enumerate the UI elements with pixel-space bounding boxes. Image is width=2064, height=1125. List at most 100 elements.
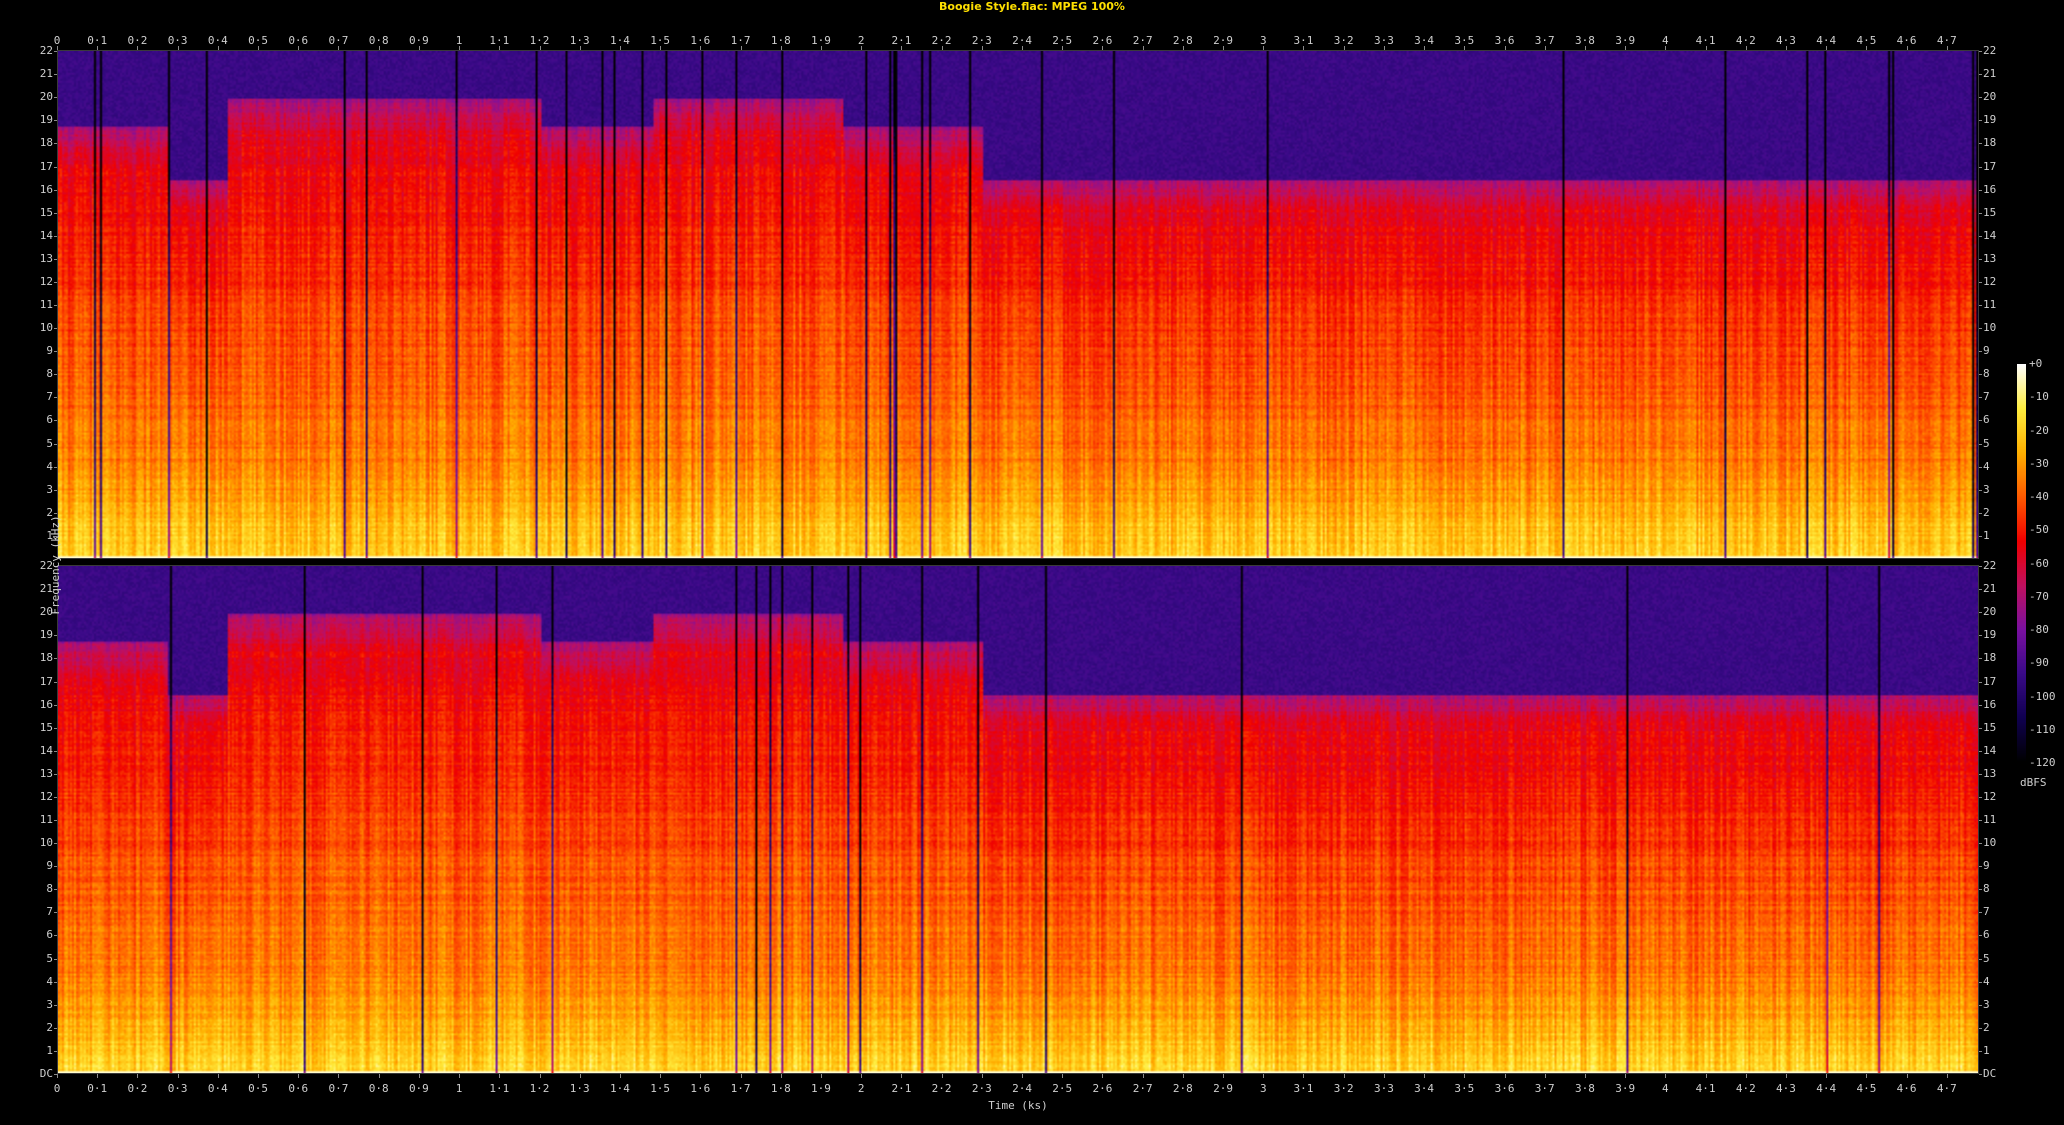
x-tick-mark xyxy=(660,1074,662,1078)
x-tick-label-bottom: 3 xyxy=(1259,1082,1267,1095)
y-tick-label-right: 6 xyxy=(1983,928,1990,942)
y-tick-mark xyxy=(1979,305,1982,307)
x-tick-label-top: 1·1 xyxy=(489,34,510,47)
x-tick-mark xyxy=(338,46,340,50)
x-tick-label-top: 4·7 xyxy=(1936,34,1957,47)
x-tick-mark xyxy=(1424,46,1426,50)
x-tick-label-top: 2·6 xyxy=(1092,34,1113,47)
y-tick-label-right: DC xyxy=(1983,1067,1997,1080)
x-tick-mark xyxy=(1906,46,1908,50)
x-tick-mark xyxy=(1826,1074,1828,1078)
x-tick-mark xyxy=(1625,1074,1627,1078)
x-tick-mark xyxy=(1263,46,1265,50)
x-tick-label-top: 1·3 xyxy=(569,34,590,47)
x-tick-label-bottom: 1·3 xyxy=(569,1082,590,1095)
colorbar-tick-label: -30 xyxy=(2029,456,2049,470)
y-tick-label-right: 22 xyxy=(1983,44,1997,58)
y-tick-mark xyxy=(54,658,57,660)
x-tick-mark xyxy=(177,1074,179,1078)
y-tick-label-left: 15 xyxy=(39,720,53,734)
x-tick-label-top: 1·9 xyxy=(811,34,831,47)
y-tick-label-left: 17 xyxy=(39,159,53,173)
x-tick-label-top: 2·7 xyxy=(1132,34,1153,47)
x-tick-label-top: 0·4 xyxy=(207,34,228,47)
x-tick-mark xyxy=(1022,1074,1024,1078)
colorbar-tick-label: -70 xyxy=(2029,589,2049,603)
x-tick-label-bottom: 0·4 xyxy=(207,1082,228,1095)
y-tick-mark xyxy=(54,420,57,422)
y-tick-mark xyxy=(1979,1074,1982,1075)
x-tick-mark xyxy=(1544,46,1546,50)
y-tick-mark xyxy=(54,305,57,307)
y-tick-label-right: 14 xyxy=(1983,228,1997,242)
y-tick-mark xyxy=(54,74,57,76)
y-tick-mark xyxy=(1979,97,1982,99)
x-tick-label-bottom: 4·7 xyxy=(1936,1082,1957,1095)
x-tick-label-top: 0·8 xyxy=(368,34,389,47)
x-tick-label-top: 2 xyxy=(857,34,865,47)
x-tick-mark xyxy=(1946,1074,1948,1078)
colorbar-tick-label: -10 xyxy=(2029,390,2049,404)
x-tick-mark xyxy=(1665,1074,1667,1078)
x-tick-label-top: 4 xyxy=(1662,34,1669,47)
y-tick-mark xyxy=(54,212,57,214)
x-tick-mark xyxy=(177,46,179,50)
y-tick-label-left: 19 xyxy=(39,628,53,642)
x-tick-label-bottom: 2·2 xyxy=(931,1082,952,1095)
x-tick-mark xyxy=(1584,46,1586,50)
y-tick-label-left: 4 xyxy=(46,459,53,473)
y-tick-label-right: 1 xyxy=(1983,1043,1990,1057)
x-tick-label-bottom: 2·8 xyxy=(1172,1082,1193,1095)
y-tick-mark xyxy=(54,1050,57,1052)
x-tick-label-bottom: 3·7 xyxy=(1534,1082,1555,1095)
x-tick-mark xyxy=(1584,1074,1586,1078)
y-tick-label-left: 8 xyxy=(46,882,53,896)
x-tick-mark xyxy=(1745,1074,1747,1078)
y-tick-mark xyxy=(1979,235,1982,237)
x-tick-mark xyxy=(1102,46,1104,50)
x-tick-label-top: 3 xyxy=(1259,34,1267,47)
y-tick-label-left: 13 xyxy=(39,251,53,265)
x-tick-label-top: 3·8 xyxy=(1575,34,1595,47)
y-tick-mark xyxy=(1979,512,1982,514)
x-tick-mark xyxy=(981,1074,983,1078)
y-tick-label-left: 11 xyxy=(39,813,53,827)
y-tick-mark xyxy=(54,397,57,399)
y-tick-label-right: 7 xyxy=(1983,905,1990,919)
y-tick-label-right: 15 xyxy=(1983,205,1997,219)
x-tick-mark xyxy=(579,1074,581,1078)
y-tick-mark xyxy=(1979,981,1982,983)
x-tick-label-top: 2·9 xyxy=(1213,34,1233,47)
y-tick-label-right: 16 xyxy=(1983,697,1997,711)
colorbar-tick-label: -110 xyxy=(2029,722,2056,736)
x-tick-mark xyxy=(97,46,99,50)
x-tick-mark xyxy=(137,1074,139,1078)
x-tick-label-top: 2·8 xyxy=(1172,34,1193,47)
x-tick-mark xyxy=(57,46,58,50)
x-tick-mark xyxy=(499,46,501,50)
x-tick-mark xyxy=(700,46,702,50)
spectrogram-channel-2-canvas xyxy=(58,566,1978,1073)
x-tick-mark xyxy=(1544,1074,1546,1078)
y-tick-mark xyxy=(1979,843,1982,845)
y-tick-mark xyxy=(1979,1004,1982,1006)
x-tick-label-top: 1·6 xyxy=(690,34,711,47)
y-tick-mark xyxy=(54,773,57,775)
colorbar-tick-label: -20 xyxy=(2029,423,2049,437)
x-tick-mark xyxy=(619,46,621,50)
y-tick-label-left: 10 xyxy=(39,836,53,850)
x-tick-mark xyxy=(740,46,742,50)
y-tick-mark xyxy=(1979,796,1982,798)
x-tick-mark xyxy=(1102,1074,1104,1078)
x-tick-label-bottom: 1·5 xyxy=(650,1082,671,1095)
x-tick-label-bottom: 2·1 xyxy=(891,1082,912,1095)
y-tick-label-left: 16 xyxy=(39,182,53,196)
x-tick-mark xyxy=(1705,46,1707,50)
y-tick-mark xyxy=(1979,566,1982,568)
x-tick-mark xyxy=(1946,46,1948,50)
y-tick-label-right: 13 xyxy=(1983,251,1997,265)
x-tick-label-top: 0·5 xyxy=(248,34,268,47)
colorbar-unit-label: dBFS xyxy=(2020,776,2047,789)
x-tick-label-bottom: 4·6 xyxy=(1896,1082,1917,1095)
spectrogram-channel-2 xyxy=(57,565,1979,1074)
